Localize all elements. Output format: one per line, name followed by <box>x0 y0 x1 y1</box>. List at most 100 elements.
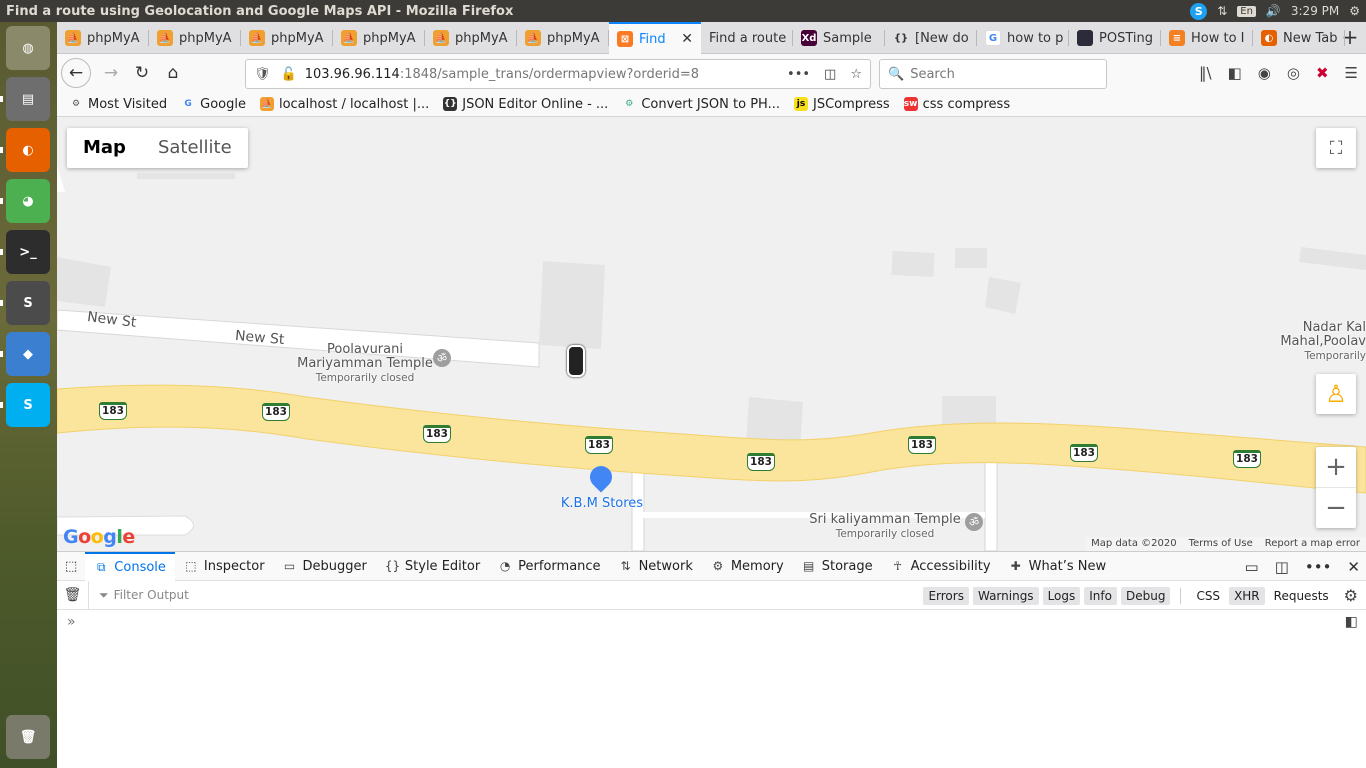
temple-marker-icon[interactable]: ॐ <box>965 513 983 531</box>
filter-requests[interactable]: Requests <box>1269 587 1334 605</box>
fullscreen-button[interactable]: ⛶ <box>1316 128 1356 168</box>
insecure-lock-icon[interactable]: 🔓 <box>281 67 297 82</box>
search-bar[interactable]: 🔍 Search <box>879 59 1107 89</box>
account-icon[interactable]: ◎ <box>1287 64 1300 82</box>
devtools-tab-network[interactable]: ⇅ Network <box>610 552 702 581</box>
tab-active[interactable]: ⊠ Find ✕ <box>609 22 701 54</box>
car-marker-icon[interactable] <box>567 345 585 377</box>
tab[interactable]: ⛵ phpMyA <box>333 22 425 54</box>
bookmark-star-icon[interactable]: ☆ <box>850 67 862 82</box>
reload-button[interactable]: ↻ <box>128 59 156 87</box>
extension-icon[interactable]: ✖ <box>1316 64 1329 82</box>
tab[interactable]: ⛵ phpMyA <box>241 22 333 54</box>
pocket-icon[interactable]: ◫ <box>824 67 836 82</box>
responsive-design-icon[interactable]: ▭ <box>1245 558 1259 576</box>
zoom-in-button[interactable]: + <box>1316 447 1356 487</box>
console-filter-input[interactable]: ⏷ Filter Output <box>89 588 189 603</box>
firefox-icon[interactable]: ◐ <box>6 128 50 172</box>
sidebar-icon[interactable]: ◧ <box>1228 64 1242 82</box>
level-filter-debug[interactable]: Debug <box>1120 586 1171 605</box>
devtools-tab-performance[interactable]: ◔ Performance <box>489 552 609 581</box>
tab[interactable]: {} [New do <box>885 22 977 54</box>
chrome-icon[interactable]: ◕ <box>6 179 50 223</box>
level-filter-info[interactable]: Info <box>1084 586 1117 605</box>
tab[interactable]: Find a route <box>701 22 793 54</box>
devtools-tab-storage[interactable]: ▤ Storage <box>793 552 882 581</box>
ubuntu-dash-icon[interactable]: ◍ <box>6 26 50 70</box>
console-input-prompt[interactable]: » <box>67 614 76 630</box>
street-view-pegman-button[interactable]: ♙ <box>1316 374 1356 414</box>
home-button[interactable]: ⌂ <box>159 59 187 87</box>
close-tab-icon[interactable]: ✕ <box>681 31 693 47</box>
console-settings-icon[interactable]: ⚙ <box>1344 586 1358 605</box>
dock-toggle-icon[interactable]: ◫ <box>1275 558 1289 576</box>
devtools-tab-style-editor[interactable]: {} Style Editor <box>376 552 489 581</box>
devtools-tab-memory[interactable]: ⚙ Memory <box>702 552 793 581</box>
element-picker-button[interactable]: ⬚ <box>57 552 85 581</box>
tab[interactable]: ⛵ phpMyA <box>57 22 149 54</box>
network-icon[interactable]: ⇅ <box>1217 4 1227 18</box>
map-type-map-button[interactable]: Map <box>67 128 142 168</box>
hamburger-menu-icon[interactable]: ☰ <box>1345 64 1358 82</box>
devtools-tab-debugger[interactable]: ▭ Debugger <box>274 552 376 581</box>
devtools-menu-icon[interactable]: ••• <box>1305 558 1332 576</box>
filter-xhr[interactable]: XHR <box>1229 586 1265 605</box>
poi-poolavurani-temple[interactable]: Poolavurani Mariyamman Temple Temporaril… <box>295 343 435 385</box>
skype-tray-icon[interactable]: S <box>1190 2 1208 20</box>
bookmark-item[interactable]: ⚙ Convert JSON to PH... <box>622 97 780 112</box>
bookmark-item[interactable]: G Google <box>181 97 246 112</box>
devtools-close-icon[interactable]: ✕ <box>1347 558 1360 576</box>
trash-icon[interactable]: 🗑 <box>6 715 50 759</box>
shield-icon[interactable]: 🛡 <box>254 67 271 82</box>
tab[interactable]: ⛵ phpMyA <box>517 22 609 54</box>
devtools-tab-accessibility[interactable]: ☥ Accessibility <box>882 552 1000 581</box>
tab[interactable]: ⛵ phpMyA <box>425 22 517 54</box>
power-icon[interactable]: ⚙ <box>1349 4 1360 18</box>
level-filter-logs[interactable]: Logs <box>1042 586 1081 605</box>
pegman-icon: ♙ <box>1325 380 1347 408</box>
tab[interactable]: ≡ How to I <box>1161 22 1253 54</box>
console-sidebar-toggle-icon[interactable]: ◧ <box>1345 614 1358 630</box>
terms-of-use-link[interactable]: Terms of Use <box>1189 537 1253 551</box>
url-bar[interactable]: 🛡 🔓 103.96.96.114:1848/sample_trans/orde… <box>245 59 871 89</box>
tab[interactable]: POSTing <box>1069 22 1161 54</box>
level-filter-errors[interactable]: Errors <box>923 586 969 605</box>
bookmark-item[interactable]: {} JSON Editor Online - ... <box>443 97 608 112</box>
poi-sri-kaliyamman-temple[interactable]: Sri kaliyamman Temple Temporarily closed <box>805 513 965 541</box>
bookmark-item[interactable]: ⛵ localhost / localhost |... <box>259 97 429 112</box>
filter-css[interactable]: CSS <box>1191 587 1225 605</box>
skype-icon[interactable]: S <box>6 383 50 427</box>
devtools-tab-what-s-new[interactable]: ✚ What’s New <box>1000 552 1116 581</box>
keyboard-layout-indicator[interactable]: En <box>1237 5 1256 17</box>
map-type-satellite-button[interactable]: Satellite <box>142 128 248 168</box>
devtools-tab-inspector[interactable]: ⬚ Inspector <box>175 552 274 581</box>
tab[interactable]: Ghow to p <box>977 22 1069 54</box>
clear-console-button[interactable]: 🗑 <box>57 580 89 610</box>
bookmark-item[interactable]: ⚙ Most Visited <box>69 97 167 112</box>
bookmark-item[interactable]: sw css compress <box>903 97 1010 112</box>
tab[interactable]: ⛵ phpMyA <box>149 22 241 54</box>
poi-kbm-stores[interactable]: K.B.M Stores <box>537 497 667 511</box>
tab[interactable]: Xd Sample <box>793 22 885 54</box>
temple-marker-icon[interactable]: ॐ <box>433 349 451 367</box>
library-icon[interactable]: ‖\ <box>1199 64 1212 82</box>
back-button[interactable]: ← <box>61 58 91 88</box>
bookmark-item[interactable]: js JSCompress <box>794 97 890 112</box>
terminal-icon[interactable]: >_ <box>6 230 50 274</box>
zoom-out-button[interactable]: − <box>1316 488 1356 528</box>
google-logo[interactable]: Google <box>63 526 135 548</box>
report-map-error-link[interactable]: Report a map error <box>1265 537 1360 551</box>
page-actions-icon[interactable]: ••• <box>787 67 810 82</box>
tab[interactable]: ◐ New Tab <box>1253 22 1345 54</box>
clock[interactable]: 3:29 PM <box>1291 4 1339 18</box>
volume-icon[interactable]: 🔊 <box>1266 4 1281 18</box>
google-map[interactable]: Map Satellite ⛶ New St New St Poolavuran… <box>57 117 1366 551</box>
level-filter-warnings[interactable]: Warnings <box>972 586 1039 605</box>
sublime-icon[interactable]: S <box>6 281 50 325</box>
color-picker-extension-icon[interactable]: ◉ <box>1258 64 1271 82</box>
virtualbox-icon[interactable]: ◆ <box>6 332 50 376</box>
devtools-tab-console[interactable]: ⧉ Console <box>85 551 175 581</box>
files-icon[interactable]: ▤ <box>6 77 50 121</box>
poi-nadar-kalyana-mahal[interactable]: Nadar Kal Mahal,Poolav Temporarily <box>1279 321 1366 363</box>
forward-button[interactable]: → <box>97 59 125 87</box>
